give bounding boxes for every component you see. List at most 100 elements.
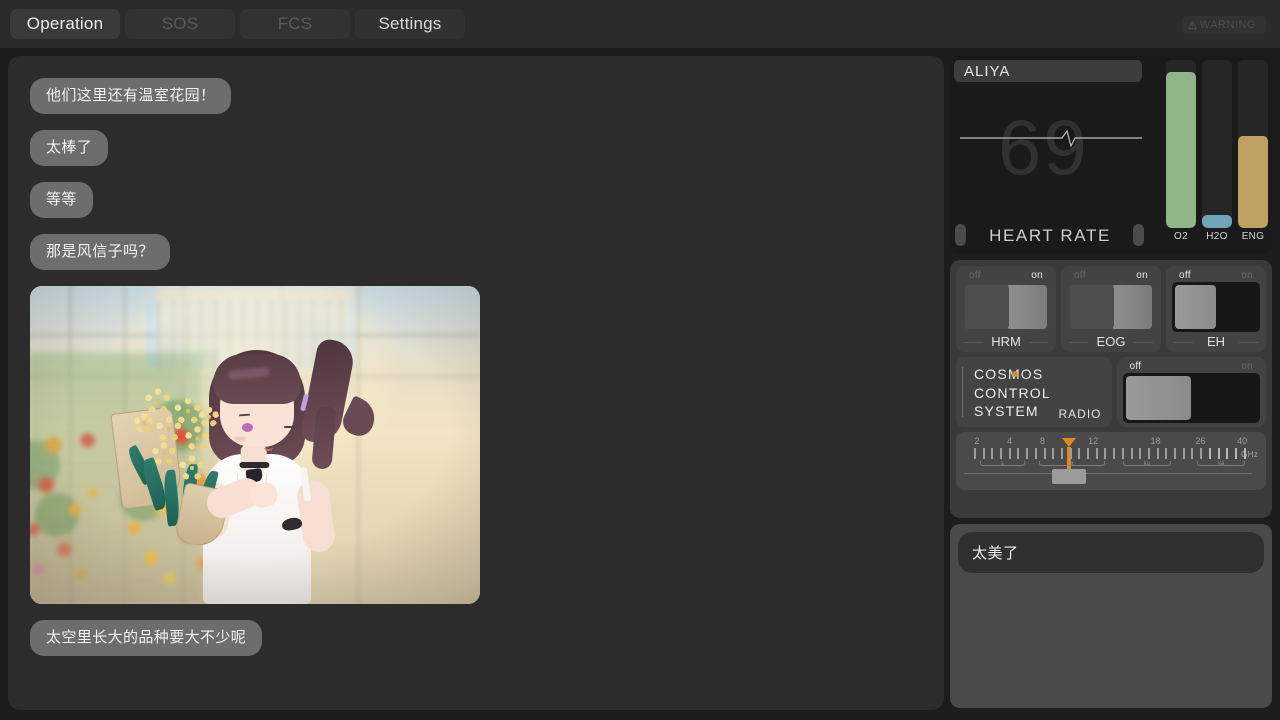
tab-settings[interactable]: Settings xyxy=(355,9,465,39)
resource-gauges: O2 H2O ENG xyxy=(1166,60,1268,242)
frequency-tick-label: 26 xyxy=(1195,435,1206,446)
tab-operation[interactable]: Operation xyxy=(10,9,120,39)
gauge-label: ENG xyxy=(1241,231,1265,242)
toggle-on-label: on xyxy=(1241,361,1253,372)
warning-button[interactable]: WARNING xyxy=(1181,16,1266,34)
system-identity-block: COSMOS CONTROL SYSTEM RADIO xyxy=(956,357,1112,427)
toggle-lever xyxy=(1006,285,1047,329)
frequency-tick xyxy=(1017,447,1020,459)
frequency-tick xyxy=(1052,447,1055,459)
gauge-fill xyxy=(1166,71,1196,228)
chat-message: 他们这里还有温室花园！ xyxy=(30,78,232,114)
frequency-tick xyxy=(1174,447,1177,459)
frequency-tick-label: 12 xyxy=(1088,435,1099,446)
heart-rate-label: HEART RATE xyxy=(989,226,1111,245)
gauge-o2[interactable]: O2 xyxy=(1166,60,1196,242)
log-panel[interactable]: 太美了 xyxy=(950,524,1272,708)
chat-message-row: 太空里长大的品种要大不少呢 xyxy=(30,620,922,672)
toggle-eog[interactable]: off on EOG xyxy=(1061,266,1161,352)
frequency-tick xyxy=(1191,447,1194,459)
frequency-tick xyxy=(1165,447,1168,459)
frequency-tick xyxy=(1113,447,1116,459)
frequency-tick xyxy=(1208,447,1211,459)
frequency-tick xyxy=(1234,447,1237,459)
frequency-tick xyxy=(1060,447,1063,459)
toggle-row: off on HRM off on EOG off on EH xyxy=(956,266,1266,352)
frequency-band-label: ku xyxy=(1143,460,1150,467)
toggle-on-label: on xyxy=(1031,270,1043,281)
frequency-tick xyxy=(1147,447,1150,459)
chat-message: 太棒了 xyxy=(30,130,109,166)
frequency-dial[interactable]: GHz 2 4 8 12 18 26 40 s x ku ka xyxy=(956,431,1266,490)
status-dot-icon xyxy=(1012,371,1018,377)
gauge-h2o[interactable]: H2O xyxy=(1202,60,1232,242)
gauge-fill xyxy=(1238,135,1268,228)
frequency-tick xyxy=(1226,447,1229,459)
chat-message-row: 那是风信子吗？ xyxy=(30,234,922,286)
log-entry: 太美了 xyxy=(958,532,1264,573)
frequency-tick-label: 8 xyxy=(1039,435,1045,446)
toggle-switch[interactable] xyxy=(1172,282,1260,332)
frequency-tick xyxy=(973,447,976,459)
toggle-off-label: off xyxy=(1074,270,1086,281)
toggle-eh[interactable]: off on EH xyxy=(1166,266,1266,352)
toggle-lever xyxy=(1175,285,1216,329)
toggle-state-labels: off on xyxy=(1067,270,1155,282)
frequency-band-label: ka xyxy=(1218,460,1225,467)
frequency-tick xyxy=(1139,447,1142,459)
frequency-tick xyxy=(1087,447,1090,459)
chat-message-row: 他们这里还有温室花园！ xyxy=(30,78,922,130)
toggle-switch[interactable] xyxy=(1122,373,1260,423)
toggle-off-label: off xyxy=(1179,270,1191,281)
frequency-tick-label: 4 xyxy=(1007,435,1013,446)
toggle-caption: EOG xyxy=(1067,334,1155,349)
toggle-state-labels: off on xyxy=(1123,361,1261,373)
toggle-state-labels: off on xyxy=(1172,270,1260,282)
toggle-off-label: off xyxy=(1129,361,1142,372)
frequency-tick xyxy=(1043,447,1046,459)
frequency-tick xyxy=(1069,447,1072,459)
system-line-2: CONTROL xyxy=(974,384,1051,401)
gauge-track xyxy=(1238,60,1268,228)
control-panel: off on HRM off on EOG off on EH COSMOS C… xyxy=(950,260,1272,518)
image-vignette xyxy=(30,286,480,604)
toggle-switch[interactable] xyxy=(962,282,1050,332)
frequency-tick xyxy=(1026,447,1029,459)
chat-panel[interactable]: 他们这里还有温室花园！ 太棒了 等等 那是风信子吗？ 太空里长大的品种要大不少呢 xyxy=(8,56,944,710)
toggle-hrm[interactable]: off on HRM xyxy=(956,266,1056,352)
right-sidebar: ALIYA 69 HEART RATE O2 H2O ENG off on HR… xyxy=(950,56,1272,710)
frequency-tick-label: 18 xyxy=(1150,435,1161,446)
frequency-tick xyxy=(1243,447,1246,459)
frequency-tick xyxy=(1095,447,1098,459)
toggle-lever xyxy=(1125,376,1192,420)
frequency-tick xyxy=(1121,447,1124,459)
gauge-label: H2O xyxy=(1206,231,1228,242)
panel-handle-right[interactable] xyxy=(1133,224,1144,246)
toggle-on-label: on xyxy=(1136,270,1148,281)
frequency-tick xyxy=(1000,447,1003,459)
crew-name-tag: ALIYA xyxy=(954,60,1142,82)
frequency-band-label: x xyxy=(1070,460,1074,467)
chat-message: 那是风信子吗？ xyxy=(30,234,170,270)
gauge-label: O2 xyxy=(1174,231,1188,242)
toggle-switch[interactable] xyxy=(1067,282,1155,332)
top-tab-bar: Operation SOS FCS Settings WARNING xyxy=(0,0,1280,48)
frequency-tick xyxy=(1182,447,1185,459)
frequency-tick xyxy=(1008,447,1011,459)
tab-fcs[interactable]: FCS xyxy=(240,9,350,39)
frequency-tick xyxy=(1034,447,1037,459)
toggle-off-label: off xyxy=(969,270,981,281)
chat-message-row: 太棒了 xyxy=(30,130,922,182)
toggle-lever xyxy=(1111,285,1152,329)
radio-label: RADIO xyxy=(1058,406,1102,421)
chat-image-attachment[interactable] xyxy=(30,286,480,604)
tab-sos[interactable]: SOS xyxy=(125,9,235,39)
toggle-on-label: on xyxy=(1241,270,1253,281)
frequency-tick xyxy=(982,447,985,459)
frequency-knob[interactable] xyxy=(1052,468,1087,484)
toggle-radio[interactable]: off on xyxy=(1116,357,1266,427)
chat-message-row: 等等 xyxy=(30,182,922,234)
frequency-tick xyxy=(991,447,994,459)
gauge-eng[interactable]: ENG xyxy=(1238,60,1268,242)
gauge-track xyxy=(1166,60,1196,228)
